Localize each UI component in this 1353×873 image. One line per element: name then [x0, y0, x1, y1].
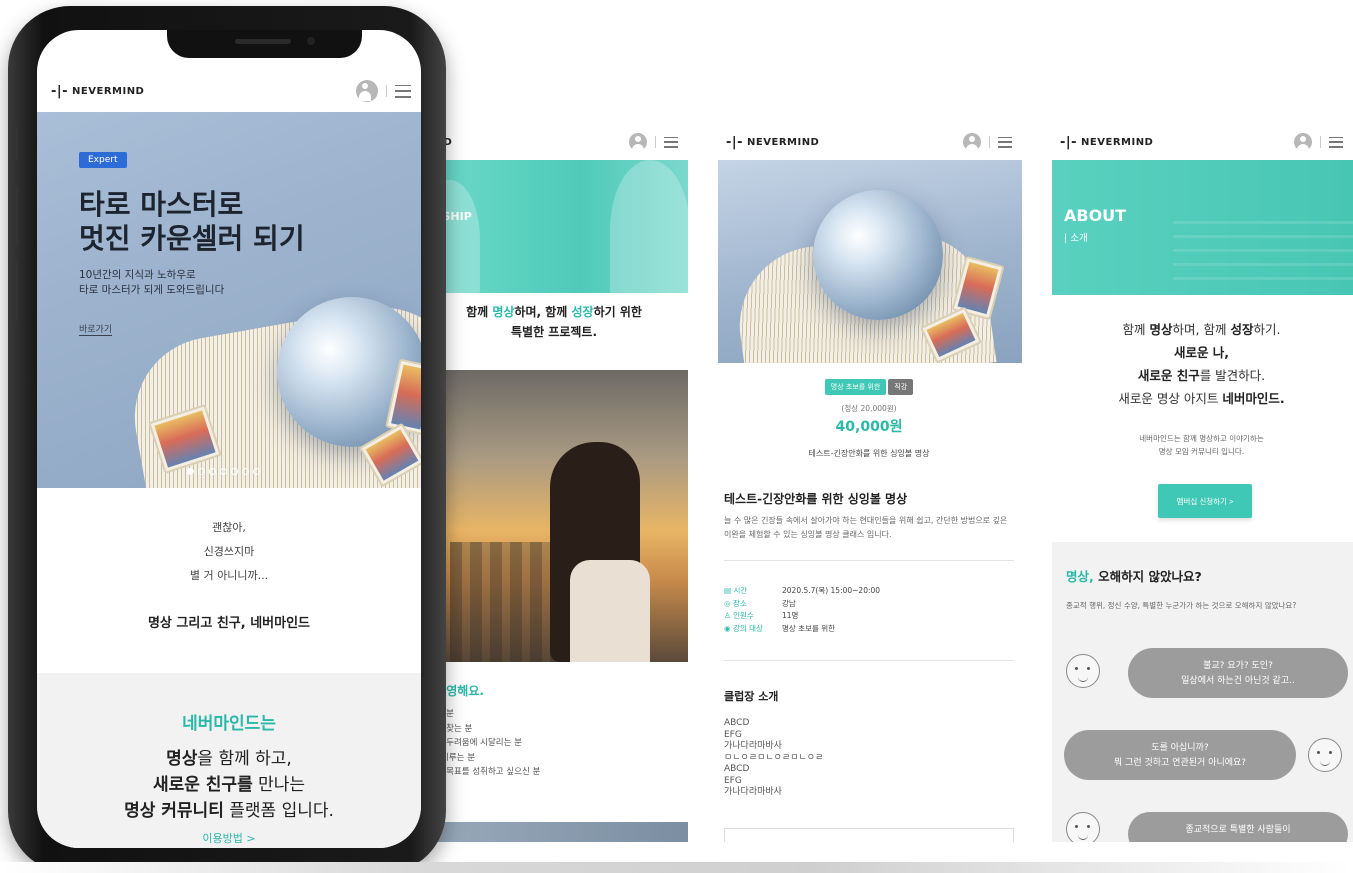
logo-text: NEVERMIND [72, 85, 145, 97]
avatar-icon[interactable] [356, 80, 378, 102]
intro-section: 네버마인드는 명상을 함께 하고, 새로운 친구를 만나는 명상 커뮤니티 플랫… [37, 673, 421, 848]
club-leader-text: ABCD EFG 가나다라마바사 ㅁㄴㅇㄹㅁㄴㅇㄹㅁㄴㅇㄹ ABCD EFG 가… [724, 718, 824, 797]
header: -|- NEVERMIND [37, 70, 421, 112]
logo[interactable]: -|- NEVERMIND [47, 84, 144, 99]
phone-button [12, 261, 18, 321]
crystal-ball-image [718, 160, 1022, 363]
tag-chip: 명상 초보를 위한 [824, 379, 887, 395]
hero-shortcut-link[interactable]: 바로가기 [79, 322, 113, 336]
membership-banner: RSHIP [420, 160, 688, 293]
membership-tagline: 함께 명상하며, 함께 성장하기 위한 특별한 프로젝트. [466, 305, 642, 339]
how-to-use-link[interactable]: 이용방법 > [37, 830, 421, 846]
hero-subtitle: 10년간의 지식과 노하우로 타로 마스터가 되게 도와드립니다 [79, 269, 225, 296]
phone-button [12, 186, 18, 246]
quote-section: 괜찮아, 신경쓰지마 별 거 아니니까... 명상 그리고 친구, 네버마인드 [37, 488, 421, 673]
speech-bubble: 불교? 요가? 도인? 일상에서 하는건 아닌것 같고.. [1128, 648, 1348, 698]
hamburger-menu-icon[interactable] [664, 136, 678, 148]
speech-bubble: 도를 아십니까? 뭐 그런 것하고 연관된거 아니에요? [1064, 730, 1296, 780]
location-pin-icon: ◎ 장소 [724, 598, 747, 608]
hamburger-menu-icon[interactable] [998, 136, 1012, 148]
class-description: 늘 수 많은 긴장들 속에서 살아가야 하는 현대인들을 위해 쉽고, 간단한 … [724, 516, 1008, 539]
person-face-icon [1308, 738, 1342, 772]
original-price: (정상 20,000원) [841, 404, 897, 413]
slider-pagination [187, 468, 260, 475]
divider [386, 85, 387, 97]
hero-slider[interactable]: Expert 타로 마스터로 멋진 카운셀러 되기 10년간의 지식과 노하우로… [37, 112, 421, 488]
class-info: ▤ 시간 2020.5.7(목) 15:00~20:00 ◎ 장소 강남 ♙ 인원수… [724, 585, 880, 635]
tag-chip: 직강 [888, 379, 914, 395]
screen-class-detail: -|- NEVERMIND 명상 초보를 위한 직강 (정상 20,000원) 40… [716, 122, 1022, 842]
logo[interactable]: -|- NEVERMIND [726, 135, 819, 150]
divider [724, 560, 1014, 561]
banner-subtitle: | 소개 [1064, 233, 1088, 244]
logo-mark-icon: -|- [51, 83, 69, 99]
play-circle-icon: ◉ 강의 대상 [724, 623, 763, 633]
phone-button [12, 126, 18, 160]
speech-bubble: 종교적으로 특별한 사람들이 [1128, 812, 1348, 842]
header: -|- NEVERMIND [1050, 122, 1353, 162]
next-section-image [420, 822, 688, 842]
slide-dot[interactable] [253, 468, 260, 475]
screen-membership: M|ND RSHIP 함께 명상하며, 함께 성장하기 위한 특별한 프로젝트.… [420, 122, 688, 842]
content-box [724, 828, 1014, 842]
logo[interactable]: -|- NEVERMIND [1060, 135, 1153, 150]
header: M|ND [420, 122, 688, 162]
about-intro: 함께 명상하며, 함께 성장하기. 새로운 나, 새로운 친구를 발견하다. 새… [1118, 322, 1285, 406]
phone-notch [167, 30, 362, 58]
calendar-icon: ▤ 시간 [724, 586, 748, 595]
sunset-woman-photo [420, 370, 688, 662]
banner-title: ABOUT [1064, 206, 1127, 225]
divider [655, 136, 656, 148]
divider [724, 660, 1014, 661]
avatar-icon[interactable] [629, 133, 647, 151]
about-banner: ABOUT | 소개 [1052, 160, 1353, 295]
hamburger-menu-icon[interactable] [395, 84, 411, 98]
person-face-icon [1066, 812, 1100, 842]
class-title: 테스트-긴장안화를 위한 싱잉볼 명상 [724, 492, 908, 506]
membership-signup-button[interactable]: 멤버십 신청하기 > [1158, 484, 1252, 518]
avatar-icon[interactable] [963, 133, 981, 151]
info-row: ◎ 장소 강남 [724, 598, 880, 611]
person-face-icon [1066, 654, 1100, 688]
divider [989, 136, 990, 148]
phone-screen: -|- NEVERMIND Expert 타로 마스터로 멋진 카운셀러 되기 1… [37, 30, 421, 848]
hamburger-menu-icon[interactable] [1329, 136, 1343, 148]
logo-text: NEVERMIND [747, 136, 820, 148]
slide-dot[interactable] [198, 468, 205, 475]
section-heading: 명상, 오해하지 않았나요? [1066, 569, 1202, 584]
divider [1320, 136, 1321, 148]
slide-dot[interactable] [209, 468, 216, 475]
club-leader-heading: 클럽장 소개 [724, 690, 779, 703]
about-description: 네버마인드는 함께 명상하고 이야기하는 명상 모임 커뮤니티 입니다. [1139, 434, 1264, 456]
section-description: 종교적 행위, 정신 수양, 특별한 누군가가 하는 것으로 오해하지 않았나요… [1066, 601, 1297, 610]
price-block: 명상 초보를 위한 직강 (정상 20,000원) 40,000원 테스트-긴장안… [716, 374, 1022, 459]
intro-text: 명상을 함께 하고, 새로운 친구를 만나는 명상 커뮤니티 플랫폼 입니다. [124, 749, 334, 821]
slide-dot[interactable] [220, 468, 227, 475]
level-badge: Expert [79, 152, 127, 168]
info-row: ▤ 시간 2020.5.7(목) 15:00~20:00 [724, 585, 880, 598]
slide-dot[interactable] [231, 468, 238, 475]
brand-tagline: 명상 그리고 친구, 네버마인드 [147, 616, 311, 631]
intro-title: 네버마인드는 [182, 714, 276, 734]
slide-dot[interactable] [187, 468, 194, 475]
hero-title: 타로 마스터로 멋진 카운셀러 되기 [79, 188, 305, 255]
logo-mark-icon: -|- [1060, 134, 1078, 150]
logo-mark-icon: -|- [726, 134, 744, 150]
person-icon: ♙ 인원수 [724, 611, 754, 620]
price-caption: 테스트-긴장안화를 위한 싱잉볼 명상 [808, 449, 930, 458]
avatar-icon[interactable] [1294, 133, 1312, 151]
quote-text: 괜찮아, 신경쓰지마 별 거 아니니까... [189, 521, 269, 582]
screen-about: -|- NEVERMIND ABOUT | 소개 함께 명상하며, 함께 성장하기… [1050, 122, 1353, 842]
info-row: ◉ 강의 대상 명상 초보를 위한 [724, 623, 880, 636]
slide-dot[interactable] [242, 468, 249, 475]
sale-price: 40,000원 [835, 419, 903, 435]
info-row: ♙ 인원수 11명 [724, 610, 880, 623]
logo-text: NEVERMIND [1081, 136, 1154, 148]
phone-frame: -|- NEVERMIND Expert 타로 마스터로 멋진 카운셀러 되기 1… [8, 6, 446, 873]
misconception-section: 명상, 오해하지 않았나요? 종교적 행위, 정신 수양, 특별한 누군가가 하… [1052, 542, 1353, 842]
header: -|- NEVERMIND [716, 122, 1022, 162]
shadow-bar [0, 862, 1353, 873]
